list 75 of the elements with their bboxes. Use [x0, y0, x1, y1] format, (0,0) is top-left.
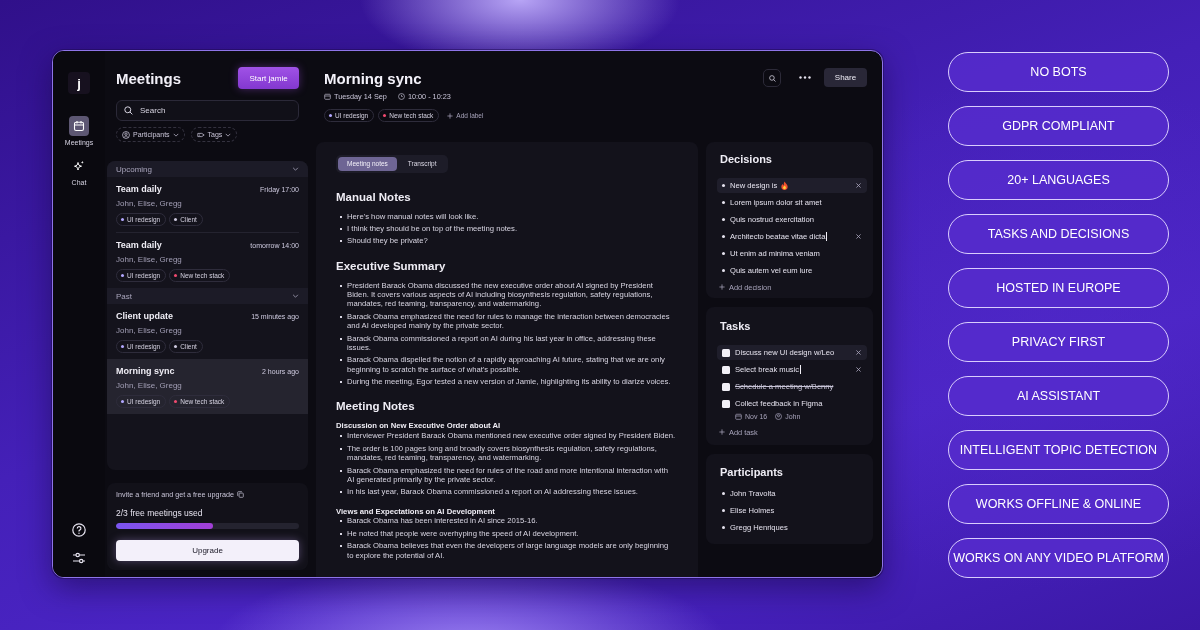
bullet-icon — [722, 269, 725, 272]
card-title: Decisions — [720, 152, 773, 166]
meeting-title: Morning sync — [324, 70, 423, 87]
meeting-title: Team daily — [116, 184, 162, 194]
meeting-participants: John, Elise, Gregg — [116, 380, 183, 391]
bullet-icon — [722, 491, 725, 495]
user-icon — [775, 412, 783, 420]
search-icon — [768, 74, 776, 82]
search-field[interactable]: Search — [116, 100, 299, 121]
panel-title: Meetings — [116, 69, 181, 87]
user-icon — [122, 130, 130, 139]
checkbox[interactable] — [722, 399, 730, 408]
card-title: Participants — [720, 465, 784, 479]
chevron-icon — [292, 167, 299, 171]
bullet-icon — [722, 184, 725, 187]
calendar-icon — [735, 412, 742, 420]
help-icon[interactable] — [72, 523, 86, 537]
settings-icon[interactable] — [72, 551, 86, 565]
bullet-icon — [722, 508, 725, 512]
feature-tag: AI ASSISTANT — [948, 376, 1169, 416]
close-icon[interactable] — [856, 183, 861, 188]
meeting-participants: John, Elise, Gregg — [116, 325, 183, 336]
plus-icon — [719, 284, 725, 290]
meeting-participants: John, Elise, Gregg — [116, 198, 183, 209]
section-heading: Meeting Notes — [336, 399, 416, 414]
plus-icon — [447, 112, 454, 119]
start-button[interactable]: Start jamie — [238, 67, 299, 89]
calendar-icon — [324, 92, 331, 100]
checkbox[interactable] — [722, 382, 730, 391]
chevron-icon — [292, 294, 299, 298]
search-icon — [124, 106, 133, 115]
more-icon[interactable] — [799, 76, 811, 79]
clock-icon — [397, 92, 405, 100]
section-heading: Manual Notes — [336, 189, 412, 204]
feature-tag: INTELLIGENT TOPIC DETECTION — [948, 430, 1169, 470]
close-icon[interactable] — [856, 234, 861, 239]
card-title: Tasks — [720, 319, 752, 333]
bullet-icon — [722, 218, 725, 221]
text-cursor — [800, 365, 802, 374]
meeting-title: Client update — [116, 311, 173, 321]
plus-icon — [719, 429, 725, 435]
feature-tag: HOSTED IN EUROPE — [948, 268, 1169, 308]
bullet-icon — [722, 252, 725, 255]
close-icon[interactable] — [856, 367, 861, 372]
meeting-participants: John, Elise, Gregg — [116, 254, 183, 265]
checkbox[interactable] — [722, 365, 730, 374]
checkbox[interactable] — [722, 348, 730, 357]
chevron-icon — [172, 132, 179, 137]
chevron-icon — [225, 132, 232, 137]
close-icon[interactable] — [856, 350, 861, 355]
feature-tag: 20+ LANGUAGES — [948, 160, 1169, 200]
share-button[interactable]: Share — [824, 68, 867, 87]
flame-icon — [781, 181, 789, 190]
feature-tag: NO BOTS — [948, 52, 1169, 92]
meeting-title: Morning sync — [116, 366, 175, 376]
upgrade-button[interactable]: Upgrade — [116, 540, 299, 561]
copy-icon[interactable] — [236, 491, 244, 498]
group-header[interactable]: Past — [107, 288, 308, 304]
section-heading: Executive Summary — [336, 258, 447, 273]
bullet-icon — [722, 525, 725, 529]
app-logo[interactable]: j — [68, 72, 90, 94]
tag-icon — [196, 130, 205, 139]
usage-label: 2/3 free meetings used — [116, 507, 204, 519]
calendar-icon — [69, 116, 89, 136]
search-button[interactable] — [763, 69, 781, 87]
bullet-icon — [722, 201, 725, 204]
text-cursor — [826, 232, 828, 241]
feature-tag: WORKS OFFLINE & ONLINE — [948, 484, 1169, 524]
meeting-title: Team daily — [116, 240, 162, 250]
feature-tag: PRIVACY FIRST — [948, 322, 1169, 362]
feature-tag: GDPR COMPLIANT — [948, 106, 1169, 146]
bullet-icon — [722, 235, 725, 238]
feature-tag: WORKS ON ANY VIDEO PLATFORM — [948, 538, 1169, 578]
feature-tag: TASKS AND DECISIONS — [948, 214, 1169, 254]
group-header[interactable]: Upcoming — [107, 161, 308, 177]
